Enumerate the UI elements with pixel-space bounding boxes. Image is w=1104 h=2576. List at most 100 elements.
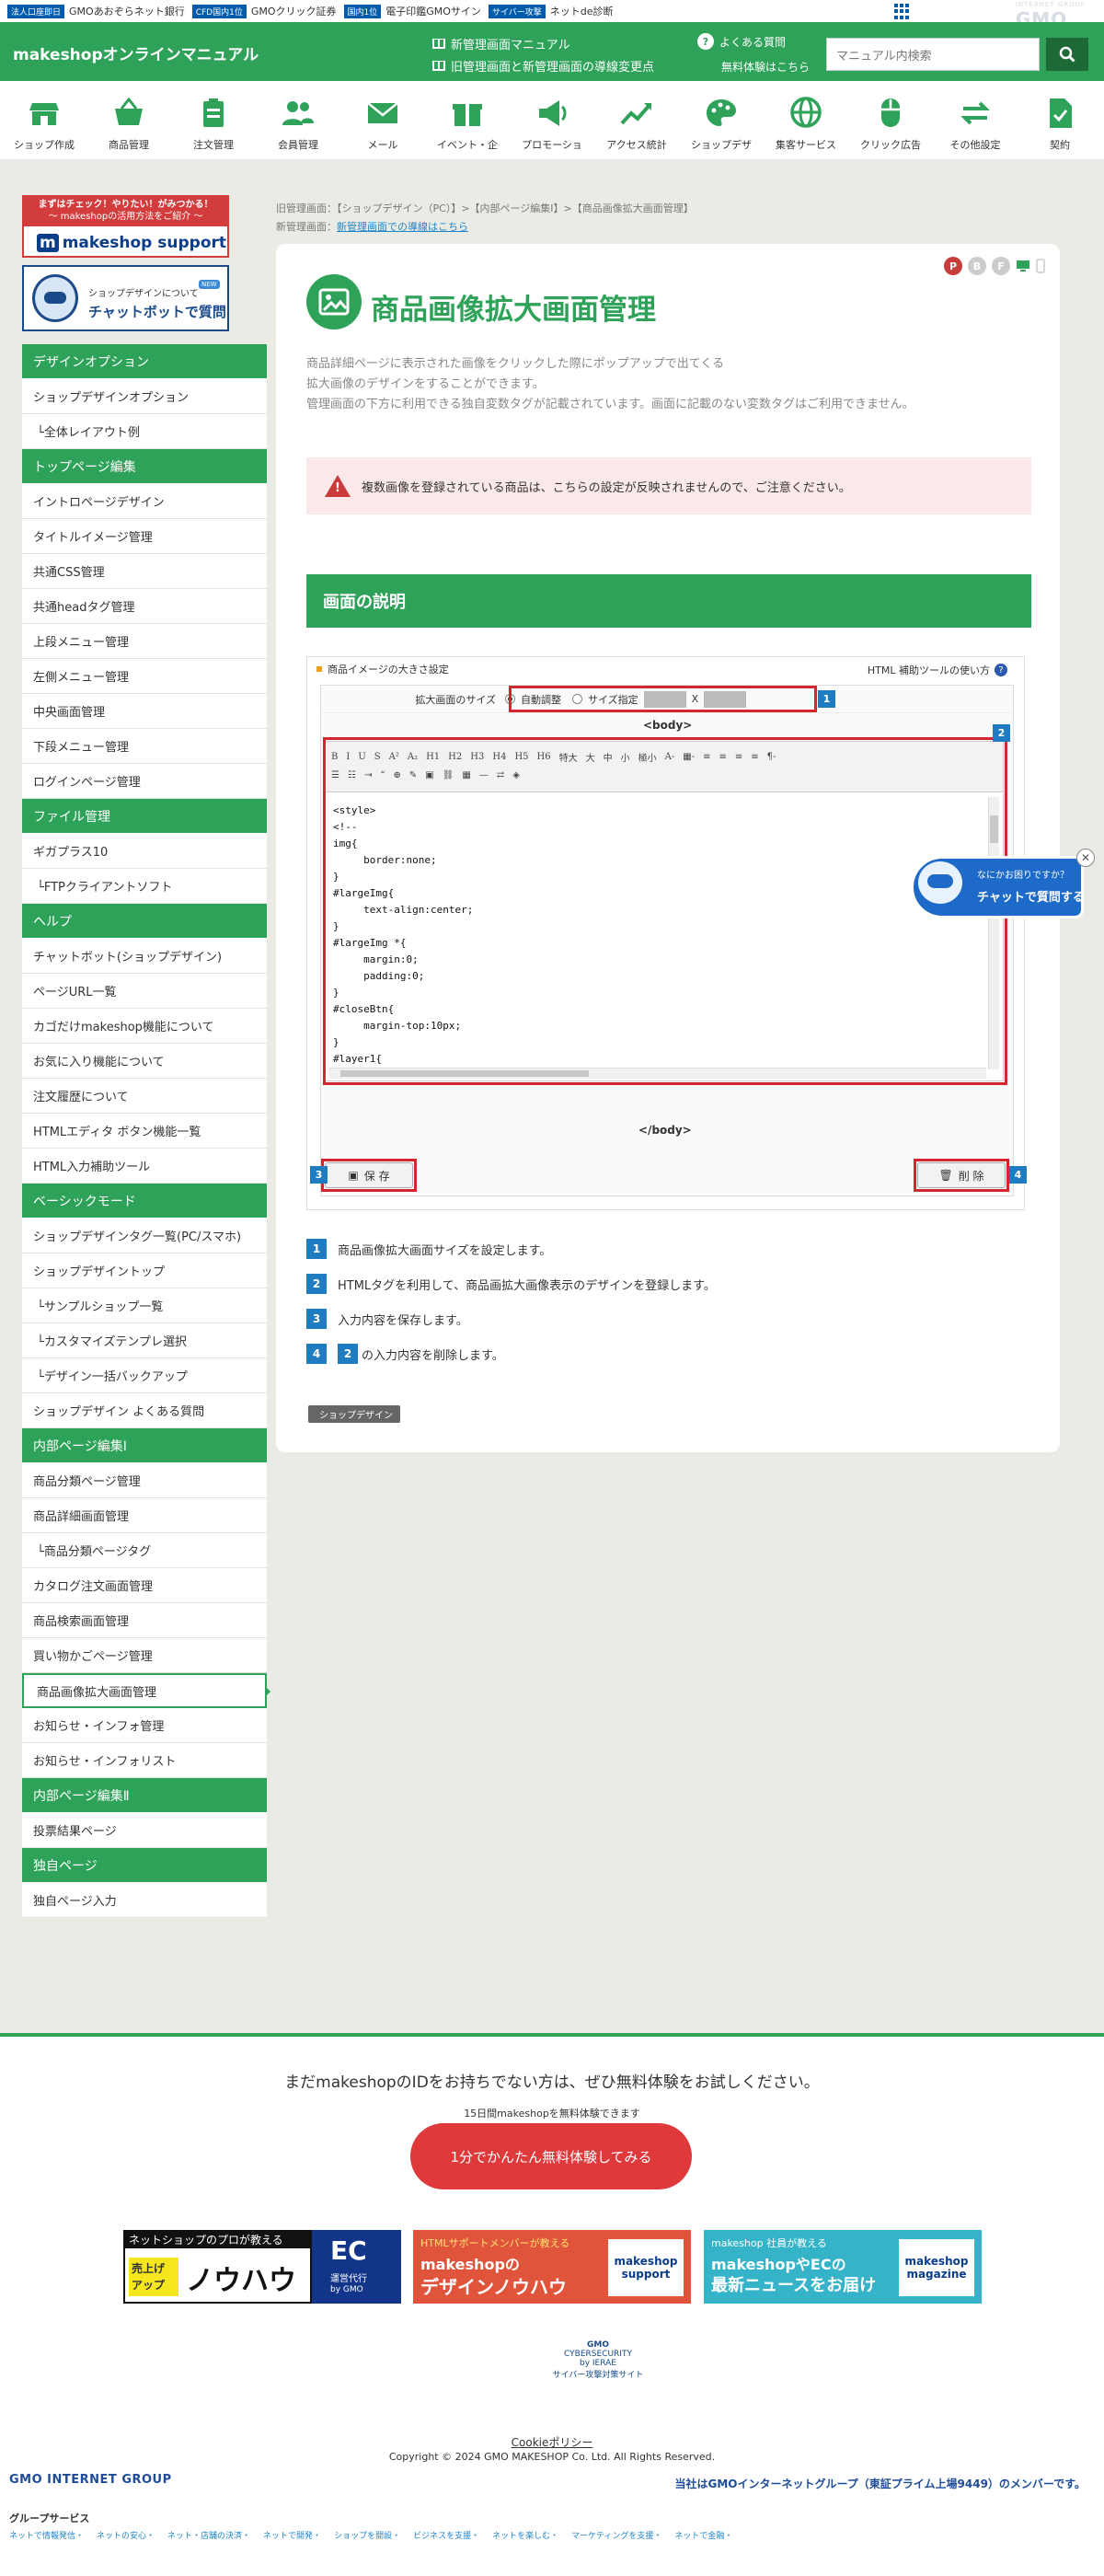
cybersecurity-seal[interactable]: GMO CYBERSECURITY by IERAE サイバー攻撃対策サイト xyxy=(552,2340,644,2386)
old-new-diff-link[interactable]: 旧管理画面と新管理画面の導線変更点 xyxy=(432,57,654,75)
sidebar-item[interactable]: 上段メニュー管理 xyxy=(22,624,267,659)
sidebar-item[interactable]: 共通headタグ管理 xyxy=(22,589,267,624)
sidebar-item[interactable]: 商品分類ページ管理 xyxy=(22,1463,267,1498)
grid-menu-icon[interactable] xyxy=(894,4,910,19)
sidebar-item[interactable]: ショップデザインオプション xyxy=(22,379,267,414)
sidebar-item[interactable]: HTML入力補助ツール xyxy=(22,1149,267,1184)
gmo-bar-item[interactable]: 国内1位 電子印鑑GMOサイン xyxy=(343,4,481,18)
sidebar-item[interactable]: 注文履歴について xyxy=(22,1079,267,1114)
highlight-1 xyxy=(509,686,817,712)
menu-item[interactable]: イベント・企 xyxy=(425,81,510,159)
support-banner[interactable]: まずはチェック！やりたい！がみつかる！～ makeshopの活用方法をご紹介 ～… xyxy=(22,195,229,258)
design-knowhow-banner[interactable]: HTMLサポートメンバーが教える makeshopの デザインノウハウ make… xyxy=(413,2230,691,2304)
sidebar-item[interactable]: 中央画面管理 xyxy=(22,694,267,729)
step-item: 1 商品画像拡大画面サイズを設定します。 xyxy=(306,1231,716,1266)
sidebar-item[interactable]: チャットボット(ショップデザイン) xyxy=(22,939,267,974)
makeshop-magazine-banner[interactable]: makeshop 社員が教える makeshopやECの 最新ニュースをお届け … xyxy=(704,2230,982,2304)
chat-widget[interactable]: なにかお困りですか？ チャットで質問する ✕ xyxy=(911,849,1095,920)
sidebar-heading: ベーシックモード xyxy=(22,1184,267,1219)
menu-item[interactable]: 注文管理 xyxy=(171,81,256,159)
search-input[interactable]: マニュアル内検索 xyxy=(826,38,1040,71)
bullet-icon xyxy=(316,666,322,672)
book-icon xyxy=(432,61,445,71)
menu-item[interactable]: ショップ作成 xyxy=(2,81,86,159)
sidebar-item[interactable]: └デザイン一括バックアップ xyxy=(22,1358,267,1393)
sidebar-item[interactable]: カタログ注文画面管理 xyxy=(22,1568,267,1603)
breadcrumb: 旧管理画面：【ショップデザイン（PC）】>【内部ページ編集Ⅰ】>【商品画像拡大画… xyxy=(276,202,694,233)
sidebar-item[interactable]: ショップデザインタグ一覧(PC/スマホ) xyxy=(22,1219,267,1253)
group-service-link[interactable]: ネットで開発・ xyxy=(263,2529,321,2541)
menu-item[interactable]: ショップデザ xyxy=(679,81,764,159)
gmo-internet-group-logo[interactable]: GMO INTERNET GROUP xyxy=(9,2473,172,2487)
sidebar-item[interactable]: お知らせ・インフォ管理 xyxy=(22,1708,267,1743)
group-service-link[interactable]: ショップを開設・ xyxy=(334,2529,400,2541)
new-admin-link[interactable]: 新管理画面での導線はこちら xyxy=(337,221,468,233)
sidebar-item[interactable]: ショップデザイントップ xyxy=(22,1253,267,1288)
gmo-bar-item[interactable]: 法人口座即日 GMOあおぞらネット銀行 xyxy=(7,4,185,18)
sidebar-item[interactable]: お知らせ・インフォリスト xyxy=(22,1743,267,1778)
sidebar-item[interactable]: タイトルイメージ管理 xyxy=(22,519,267,554)
member-notice[interactable]: 当社はGMOインターネットグループ（東証プライム上場9449）のメンバーです。 xyxy=(674,2476,1086,2491)
search-button[interactable] xyxy=(1046,38,1088,71)
group-service-link[interactable]: ビジネスを支援・ xyxy=(413,2529,479,2541)
menu-item[interactable]: クリック広告 xyxy=(848,81,933,159)
free-trial-button[interactable]: 1分でかんたん無料体験してみる xyxy=(410,2123,692,2189)
menu-item[interactable]: その他設定 xyxy=(933,81,1018,159)
menu-item[interactable]: 会員管理 xyxy=(256,81,340,159)
sidebar-item[interactable]: 投票結果ページ xyxy=(22,1813,267,1848)
menu-item[interactable]: 商品管理 xyxy=(86,81,171,159)
sidebar-item[interactable]: 独自ページ入力 xyxy=(22,1883,267,1918)
section-heading: 画面の説明 xyxy=(306,574,1031,628)
sidebar-item-active[interactable]: 商品画像拡大画面管理 xyxy=(22,1673,270,1708)
sidebar-item[interactable]: 共通CSS管理 xyxy=(22,554,267,589)
cookie-policy-link[interactable]: Cookieポリシー xyxy=(0,2434,1104,2450)
sidebar-item[interactable]: 買い物かごページ管理 xyxy=(22,1638,267,1673)
sidebar-item[interactable]: └サンプルショップ一覧 xyxy=(22,1288,267,1323)
group-service-link[interactable]: ネットで情報発信・ xyxy=(9,2529,84,2541)
menu-item[interactable]: プロモーショ xyxy=(510,81,594,159)
ec-knowhow-banner[interactable]: ネットショップのプロが教える 売上げ アップ ノウハウ EC 運営代行 by GM… xyxy=(123,2230,401,2304)
group-service-link[interactable]: マーケティングを支援・ xyxy=(571,2529,661,2541)
sidebar-item[interactable]: HTMLエディタ ボタン機能一覧 xyxy=(22,1114,267,1149)
menu-item[interactable]: 契約 xyxy=(1018,81,1102,159)
menu-item[interactable]: アクセス統計 xyxy=(594,81,679,159)
sidebar-item[interactable]: 下段メニュー管理 xyxy=(22,729,267,764)
free-trial-link[interactable]: 無料体験はこちら xyxy=(721,59,810,75)
sidebar-item[interactable]: └カスタマイズテンプレ選択 xyxy=(22,1323,267,1358)
help-link[interactable]: HTML 補助ツールの使い方? xyxy=(868,663,1007,677)
sidebar: まずはチェック！やりたい！がみつかる！～ makeshopの活用方法をご紹介 ～… xyxy=(22,195,270,1918)
sidebar-item[interactable]: └商品分類ページタグ xyxy=(22,1533,267,1568)
menu-item[interactable]: 集客サービス xyxy=(764,81,848,159)
question-icon: ? xyxy=(697,33,714,50)
sidebar-heading: ヘルプ xyxy=(22,904,267,939)
close-icon[interactable]: ✕ xyxy=(1076,849,1095,867)
badge-3: 3 xyxy=(310,1166,328,1184)
sidebar-item[interactable]: 商品検索画面管理 xyxy=(22,1603,267,1638)
sidebar-item[interactable]: └全体レイアウト例 xyxy=(22,414,267,449)
mouse-icon xyxy=(881,98,900,127)
chatbot-banner[interactable]: ショップデザインについて チャットボットで質問 NEW xyxy=(22,265,229,331)
gmo-bar-item[interactable]: CFD国内1位 GMOクリック証券 xyxy=(191,4,337,18)
smartphone-icon xyxy=(1036,259,1045,273)
menu-item[interactable]: メール xyxy=(340,81,425,159)
sidebar-item[interactable]: └FTPクライアントソフト xyxy=(22,869,267,904)
group-service-link[interactable]: ネットで金融・ xyxy=(674,2529,732,2541)
group-service-link[interactable]: ネットの安心・ xyxy=(97,2529,155,2541)
group-service-link[interactable]: ネット・店舗の決済・ xyxy=(167,2529,250,2541)
sidebar-item[interactable]: お気に入り機能について xyxy=(22,1044,267,1079)
sidebar-item[interactable]: イントロページデザイン xyxy=(22,484,267,519)
sidebar-item[interactable]: ログインページ管理 xyxy=(22,764,267,799)
sidebar-item[interactable]: 商品詳細画面管理 xyxy=(22,1498,267,1533)
gmo-bar-item[interactable]: サイバー攻撃 ネットde診断 xyxy=(488,4,614,18)
sidebar-item[interactable]: カゴだけmakeshop機能について xyxy=(22,1009,267,1044)
category-tag[interactable]: ショップデザイン xyxy=(308,1405,400,1423)
sidebar-item[interactable]: ショップデザイン よくある質問 xyxy=(22,1393,267,1428)
intro-text: 商品詳細ページに表示された画像をクリックした際にポップアップで出てくる 拡大画像の… xyxy=(306,357,914,411)
faq-link[interactable]: ? よくある質問 xyxy=(697,33,786,50)
sidebar-item[interactable]: 左側メニュー管理 xyxy=(22,659,267,694)
sidebar-item[interactable]: ギガプラス10 xyxy=(22,834,267,869)
sidebar-item[interactable]: ページURL一覧 xyxy=(22,974,267,1009)
site-title[interactable]: makeshopオンラインマニュアル xyxy=(13,41,259,64)
new-manual-link[interactable]: 新管理画面マニュアル xyxy=(432,35,570,52)
group-service-link[interactable]: ネットを楽しむ・ xyxy=(492,2529,558,2541)
